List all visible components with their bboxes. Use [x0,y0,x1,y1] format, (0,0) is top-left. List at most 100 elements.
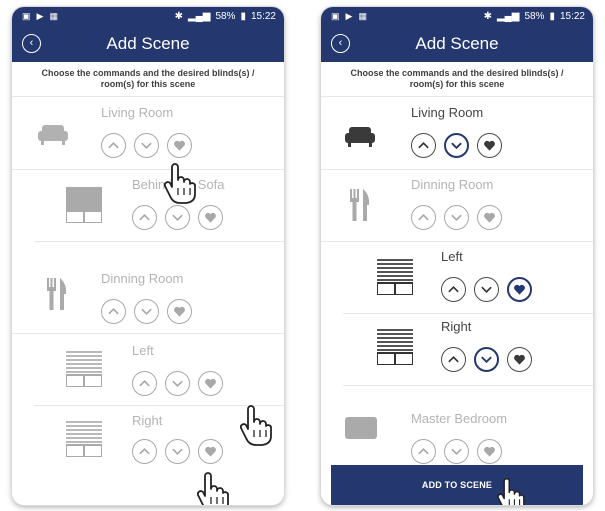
battery-icon: ▮ [240,10,246,22]
favourite-button[interactable] [477,439,502,464]
signal-icon: ▂▄▆ [187,10,211,22]
page-title: Add Scene [415,33,499,53]
heart-icon [514,354,525,365]
up-button[interactable] [441,347,466,372]
chevron-down-icon [141,308,152,316]
favourite-button[interactable] [198,439,223,464]
up-button[interactable] [411,205,436,230]
down-button[interactable] [134,133,159,158]
favourite-button[interactable] [507,277,532,302]
up-button[interactable] [132,371,157,396]
signal-icon: ▂▄▆ [496,10,520,22]
play-icon: ▶ [36,10,44,21]
blind-icon [66,421,102,457]
up-button[interactable] [441,277,466,302]
chevron-up-icon [108,141,119,149]
down-button[interactable] [444,133,469,158]
instruction-text: Choose the commands and the desired blin… [321,62,593,97]
chevron-up-icon [108,307,119,315]
heart-icon [174,306,185,317]
favourite-button[interactable] [198,205,223,230]
favourite-button[interactable] [198,371,223,396]
down-button[interactable] [165,439,190,464]
chevron-up-icon [418,213,429,221]
room-row-living-room: Living Room [12,97,284,170]
battery-percent: 58% [215,10,236,22]
sofa-icon [38,125,68,145]
status-bar: ▣ ▶ ▦ ✱ ▂▄▆ 58% ▮ 15:22 [12,7,284,25]
chevron-left-icon: ‹ [29,37,34,49]
phone-screen-right: ▣ ▶ ▦ ✱ ▂▄▆ 58% ▮ 15:22 ‹ Add Scene Choo… [321,7,593,505]
back-button[interactable]: ‹ [331,34,350,53]
room-label: Right [132,413,163,428]
favourite-button[interactable] [507,347,532,372]
up-button[interactable] [411,439,436,464]
blind-icon [377,259,413,295]
chevron-down-icon [481,286,492,294]
favourite-button[interactable] [167,133,192,158]
heart-icon [514,284,525,295]
room-label: Dinning Room [411,177,494,192]
hand-pointer-icon [240,405,272,446]
title-bar: ‹ Add Scene [321,25,593,62]
fork-knife-icon [350,189,370,221]
down-button[interactable] [444,439,469,464]
room-row-left: Left [34,333,284,406]
heart-icon [205,212,216,223]
heart-icon [205,446,216,457]
clock: 15:22 [250,10,276,22]
message-icon: ▣ [331,10,340,21]
chevron-up-icon [139,447,150,455]
room-row-left: Left [343,241,593,314]
up-button[interactable] [101,299,126,324]
down-button[interactable] [165,205,190,230]
up-button[interactable] [411,133,436,158]
add-to-scene-button[interactable]: ADD TO SCENE [331,465,583,505]
play-icon: ▶ [345,10,353,21]
down-button[interactable] [474,347,499,372]
phone-screen-left: ▣ ▶ ▦ ✱ ▂▄▆ 58% ▮ 15:22 ‹ Add Scene Choo… [12,7,284,505]
chevron-up-icon [448,355,459,363]
room-label: Dinning Room [101,271,184,286]
down-button[interactable] [444,205,469,230]
back-button[interactable]: ‹ [22,34,41,53]
chevron-up-icon [418,141,429,149]
down-button[interactable] [165,371,190,396]
notification-icons: ▣ ▶ ▦ [331,11,367,22]
blind-icon [66,187,102,223]
up-button[interactable] [132,439,157,464]
room-row-master-bedroom: Master Bedroom [321,385,593,465]
status-bar: ▣ ▶ ▦ ✱ ▂▄▆ 58% ▮ 15:22 [321,7,593,25]
room-label: Master Bedroom [411,411,508,426]
image-icon: ▦ [358,10,367,21]
favourite-button[interactable] [167,299,192,324]
room-row-dinning-room: Dinning Room [321,169,593,242]
bluetooth-icon: ✱ [483,10,492,22]
fork-knife-icon [47,278,67,310]
chevron-up-icon [139,379,150,387]
heart-icon [484,212,495,223]
heart-icon [484,140,495,151]
down-button[interactable] [474,277,499,302]
chevron-up-icon [448,285,459,293]
chevron-down-icon [451,448,462,456]
instruction-text: Choose the commands and the desired blin… [12,62,284,97]
room-row-right: Right [343,313,593,386]
up-button[interactable] [132,205,157,230]
chevron-up-icon [139,213,150,221]
page-title: Add Scene [106,33,190,53]
heart-icon [205,378,216,389]
hand-pointer-icon [197,472,229,505]
chevron-down-icon [141,142,152,150]
favourite-button[interactable] [477,133,502,158]
chevron-left-icon: ‹ [338,37,343,49]
message-icon: ▣ [22,10,31,21]
down-button[interactable] [134,299,159,324]
room-row-living-room: Living Room [321,97,593,170]
chevron-down-icon [172,448,183,456]
room-row-behind-the-sofa: Behind the Sofa [34,169,284,242]
room-row-dinning-room: Dinning Room [12,241,284,334]
up-button[interactable] [101,133,126,158]
chevron-up-icon [418,447,429,455]
favourite-button[interactable] [477,205,502,230]
